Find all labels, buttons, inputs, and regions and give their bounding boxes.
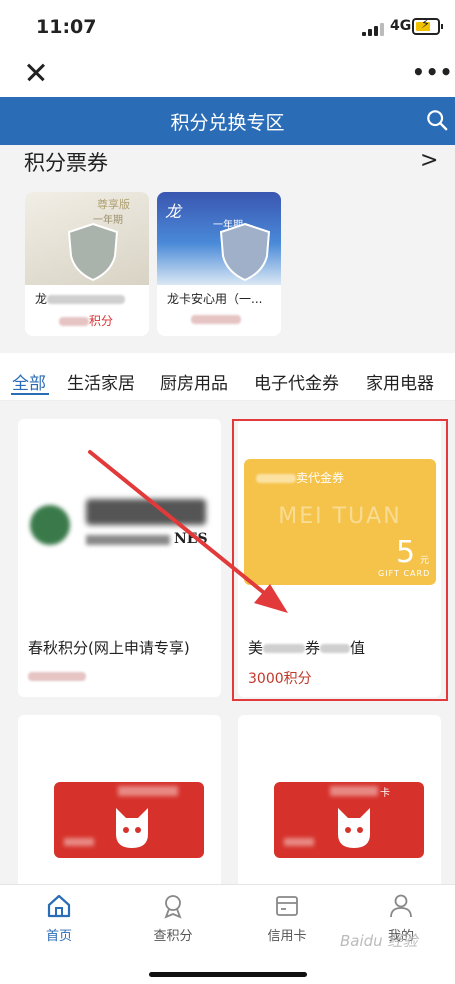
nav-credit-card-label: 信用卡 [267,929,307,944]
credit-card-icon [276,896,298,916]
nav-home[interactable]: 首页 [29,893,89,944]
screen: 11:07 4G ⚡ ••• 积分兑换专区 积分票券 > 尊享版 一年期 龙 积… [0,0,455,984]
nav-credit-card[interactable]: 信用卡 [257,893,317,944]
nav-points-label: 查积分 [153,929,193,944]
user-icon [390,894,412,918]
nav-points[interactable]: 查积分 [143,893,203,944]
watermark: Baidu 经验 [340,932,418,950]
nav-home-label: 首页 [45,929,72,944]
medal-icon [164,895,182,919]
annotation-arrow [88,450,288,613]
home-indicator[interactable] [149,972,307,977]
home-icon [47,894,71,918]
